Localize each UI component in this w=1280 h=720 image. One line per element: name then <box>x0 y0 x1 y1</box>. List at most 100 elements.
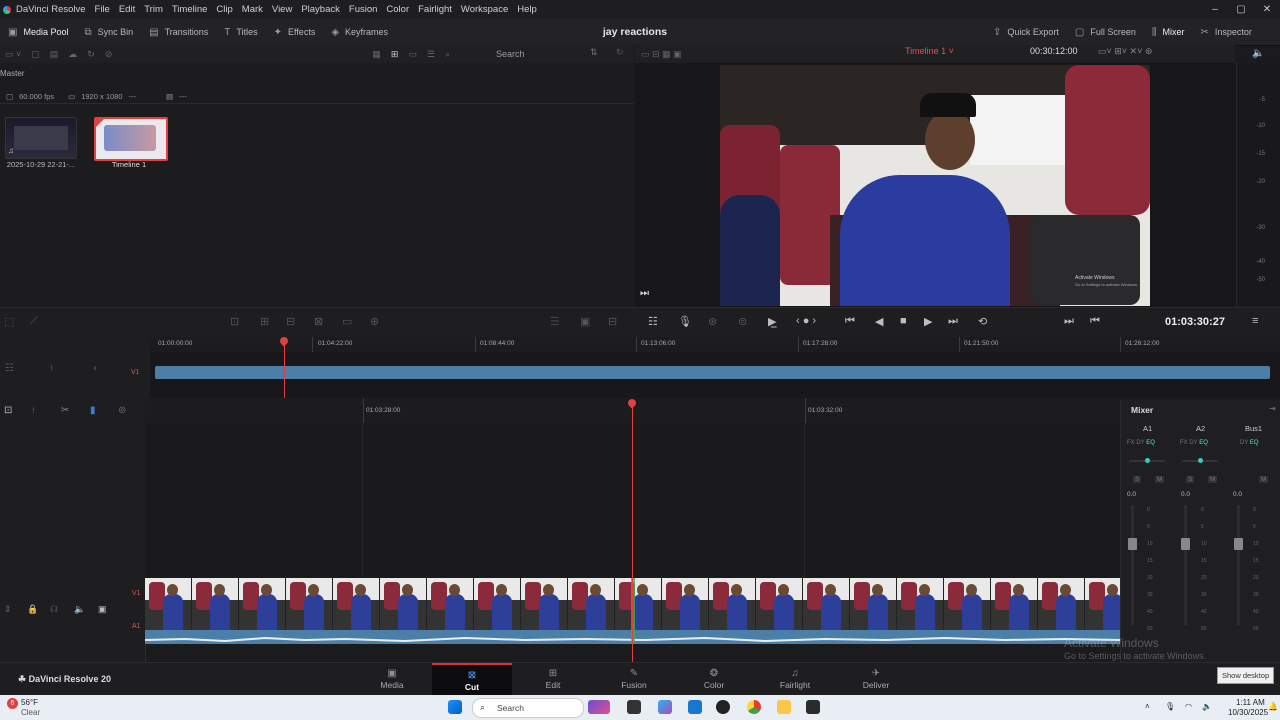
fader-knob-a2[interactable] <box>1181 538 1190 550</box>
inspector-button[interactable]: ✂ Inspector <box>1193 19 1260 45</box>
mic-icon[interactable]: 🎙 <box>1165 702 1175 711</box>
smart-insert-icon[interactable]: ⊡ <box>230 315 239 328</box>
lock-icon[interactable]: 🔒 <box>27 604 38 615</box>
viewer-options-icon[interactable]: ▭˅ ⊞˅ ✕˅ ⊛ <box>1098 46 1152 57</box>
pan-slider-a1[interactable] <box>1129 458 1165 463</box>
menu-fusion[interactable]: Fusion <box>349 4 378 15</box>
pan-slider-a2[interactable] <box>1182 458 1218 463</box>
notifications-icon[interactable]: 🔔 <box>1268 702 1278 711</box>
timeline-view-icon[interactable]: ⊡ <box>4 405 12 416</box>
mixer-button[interactable]: ⫼ Mixer <box>1144 19 1193 45</box>
tray-chevron-icon[interactable]: ˄ <box>1145 702 1150 711</box>
media-clip-thumbnail[interactable]: ♫ <box>5 117 77 159</box>
bin-list-icon[interactable]: ▭ ˅ <box>5 49 21 60</box>
scissor-icon[interactable]: ✂ <box>61 405 69 416</box>
filmstrip-view-icon[interactable]: ▭ <box>408 49 417 60</box>
menu-timeline[interactable]: Timeline <box>172 4 208 15</box>
lower-playhead[interactable] <box>632 405 633 663</box>
viewer-mode-icon[interactable]: ▭ ⊟ ▦ ▣ <box>641 49 682 60</box>
solo-a2[interactable]: S <box>1186 476 1195 483</box>
stop-icon[interactable]: ■ <box>900 315 907 327</box>
track-lock-icon[interactable]: ☷ <box>5 363 14 374</box>
minimize-button[interactable]: – <box>1202 0 1228 19</box>
menu-fairlight[interactable]: Fairlight <box>418 4 452 15</box>
mixer-fx-row-a1[interactable]: FX DY EQ <box>1127 440 1155 446</box>
file-explorer-icon[interactable] <box>777 700 791 714</box>
list-view-icon[interactable]: ☰ <box>427 49 435 60</box>
page-deliver[interactable]: ✈ Deliver <box>836 663 916 696</box>
play-reverse-icon[interactable]: ◀ <box>875 315 883 328</box>
prev-marker-icon[interactable]: ‹ ● › <box>796 315 816 327</box>
solo-a1[interactable]: S <box>1133 476 1142 483</box>
audio-record-icon[interactable]: 🎙 <box>678 315 692 328</box>
timeline-selector[interactable]: Timeline 1 ˅ <box>905 46 954 56</box>
full-screen-button[interactable]: ▢ Full Screen <box>1067 19 1144 45</box>
maximize-button[interactable]: ▢ <box>1228 0 1254 19</box>
play-icon[interactable]: ▶ <box>924 315 932 328</box>
close-up-icon[interactable]: ⊠ <box>314 315 323 328</box>
keyframes-button[interactable]: ◈ Keyframes <box>323 19 396 45</box>
breadcrumb[interactable]: Master <box>0 69 24 78</box>
mixer-collapse-icon[interactable]: ⇥ <box>1269 404 1276 413</box>
widgets-icon[interactable] <box>588 700 610 714</box>
upper-playhead[interactable] <box>284 343 285 398</box>
menu-hamburger-icon[interactable]: ≡ <box>1252 315 1258 327</box>
transitions-button[interactable]: ▤ Transitions <box>141 19 216 45</box>
cloud-icon[interactable]: ☁ <box>68 49 77 60</box>
mute-a1[interactable]: M <box>1155 476 1165 483</box>
page-fairlight[interactable]: ♫ Fairlight <box>755 663 835 696</box>
fader-knob-bus1[interactable] <box>1234 538 1243 550</box>
monitor-icon[interactable]: ▣ <box>98 604 107 615</box>
clock-date[interactable]: 10/30/2025 <box>1228 708 1268 717</box>
menu-file[interactable]: File <box>95 4 110 15</box>
menu-trim[interactable]: Trim <box>144 4 163 15</box>
sync-bin-button[interactable]: ⧉ Sync Bin <box>76 19 141 45</box>
menu-view[interactable]: View <box>272 4 292 15</box>
page-cut[interactable]: ⊠ Cut <box>432 663 512 698</box>
mixer-fx-row-a2[interactable]: FX DY EQ <box>1180 440 1208 446</box>
obs-icon[interactable] <box>806 700 820 714</box>
menu-edit[interactable]: Edit <box>119 4 135 15</box>
menu-workspace[interactable]: Workspace <box>461 4 508 15</box>
page-edit[interactable]: ⊞ Edit <box>513 663 593 696</box>
menu-color[interactable]: Color <box>386 4 409 15</box>
volume-icon[interactable]: 🔈 <box>1252 48 1264 59</box>
copilot-icon[interactable] <box>658 700 672 714</box>
import-folder-icon[interactable]: ▤ <box>50 49 59 60</box>
close-button[interactable]: ✕ <box>1254 0 1280 19</box>
task-view-icon[interactable] <box>627 700 641 714</box>
page-fusion[interactable]: ✎ Fusion <box>594 663 674 696</box>
chrome-icon[interactable] <box>747 700 761 714</box>
wifi-icon[interactable]: ◠ <box>1185 702 1192 711</box>
detail-zoom-icon[interactable]: ⊚ <box>118 405 126 416</box>
place-on-top-icon[interactable]: ▭ <box>342 315 352 328</box>
page-media[interactable]: ▣ Media <box>352 663 432 696</box>
taskbar-search-box[interactable]: ⌕ Search <box>472 698 584 718</box>
davinci-taskbar-icon[interactable] <box>716 700 730 714</box>
effects-button[interactable]: ✦ Effects <box>266 19 324 45</box>
prev-edit-icon[interactable]: ⏮ <box>1090 315 1100 328</box>
timeline-clip-thumbnail[interactable] <box>94 117 168 161</box>
go-to-start-icon[interactable]: ⏮ <box>845 315 855 328</box>
snapping-icon[interactable]: ⊛ <box>708 315 717 328</box>
flag-icon[interactable]: ▮ <box>90 405 96 416</box>
fader-a1[interactable] <box>1131 505 1134 625</box>
go-to-end-icon[interactable]: ⏭ <box>948 315 958 328</box>
ripple-overwrite-icon[interactable]: ⊟ <box>286 315 295 328</box>
ripple-icon[interactable]: ⊜ <box>738 315 747 328</box>
tool-blade-icon[interactable]: ⟋ <box>30 315 38 328</box>
speaker-icon[interactable]: 🔈 <box>74 604 85 615</box>
mute-a2[interactable]: M <box>1208 476 1218 483</box>
append-icon[interactable]: ⊞ <box>260 315 269 328</box>
menu-help[interactable]: Help <box>517 4 537 15</box>
speaker-tray-icon[interactable]: 🔈 <box>1202 702 1212 711</box>
clock-time[interactable]: 1:11 AM <box>1236 698 1265 707</box>
upper-timeline-clip[interactable] <box>155 366 1270 379</box>
menu-playback[interactable]: Playback <box>301 4 340 15</box>
mute-bus1[interactable]: M <box>1259 476 1269 483</box>
sort-icon[interactable]: ⇅ <box>590 47 598 58</box>
store-icon[interactable] <box>688 700 702 714</box>
track-audio-icon[interactable]: ◐ <box>93 363 99 374</box>
track-tool-icon[interactable]: ⟊ <box>50 363 53 374</box>
link-icon[interactable]: ⊘ <box>105 49 113 60</box>
